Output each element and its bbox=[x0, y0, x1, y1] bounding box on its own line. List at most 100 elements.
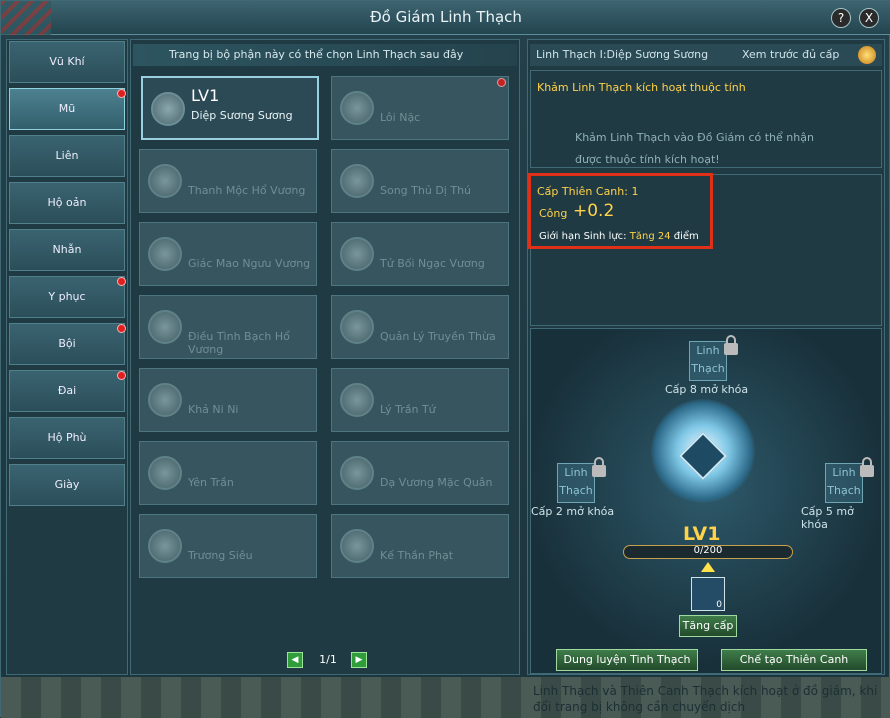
constellation-area: Linh Thạch Cấp 8 mở khóa Linh Thạch Cấp 2 … bbox=[530, 328, 882, 674]
stone-card[interactable]: Trương Siêu bbox=[139, 514, 317, 578]
stone-card[interactable]: Lý Trần Tứ bbox=[331, 368, 509, 432]
window-title: Đồ Giám Linh Thạch bbox=[370, 8, 522, 26]
stone-card[interactable]: Giác Mao Ngưu Vương bbox=[139, 222, 317, 286]
stone-portrait-icon bbox=[148, 456, 182, 490]
preview-icon[interactable] bbox=[858, 46, 876, 64]
stone-card[interactable]: Lôi Nặc bbox=[331, 76, 509, 140]
slot-label: Linh bbox=[564, 466, 588, 479]
stone-name: Điều Tình Bạch Hổ Vương bbox=[188, 330, 290, 356]
stone-card[interactable]: Tử Bối Ngạc Vương bbox=[331, 222, 509, 286]
category-label: Bội bbox=[58, 337, 76, 350]
codex-window: Đồ Giám Linh Thạch ? X Vũ Khí Mũ Liên Hộ… bbox=[0, 0, 890, 718]
category-ho-oan[interactable]: Hộ oản bbox=[9, 182, 125, 224]
arrow-up-icon bbox=[701, 562, 715, 572]
activation-desc-2: được thuộc tính kích hoạt! bbox=[575, 153, 720, 166]
title-bar: Đồ Giám Linh Thạch ? X bbox=[1, 1, 890, 35]
stone-name: Thanh Mộc Hổ Vương bbox=[188, 184, 306, 197]
stone-card[interactable]: Song Thủ Dị Thú bbox=[331, 149, 509, 213]
page-indicator: 1/1 bbox=[319, 653, 337, 666]
notification-dot bbox=[117, 324, 126, 333]
notification-dot bbox=[117, 371, 126, 380]
bottom-frame: Linh Thạch và Thiên Canh Thạch kích hoạt… bbox=[1, 677, 890, 718]
craft-stone-button[interactable]: Chế tạo Thiên Canh Thạch bbox=[721, 649, 867, 671]
category-label: Giày bbox=[54, 478, 80, 491]
category-giay[interactable]: Giày bbox=[9, 464, 125, 506]
exp-text: 0/200 bbox=[693, 545, 723, 556]
pagination: ◀ 1/1 ▶ bbox=[287, 652, 367, 670]
preview-max-link[interactable]: Xem trước đủ cấp bbox=[742, 44, 839, 66]
stone-portrait-icon bbox=[340, 91, 374, 125]
notification-dot bbox=[117, 89, 126, 98]
category-nhan[interactable]: Nhẫn bbox=[9, 229, 125, 271]
stone-portrait-icon bbox=[340, 164, 374, 198]
stone-card[interactable]: Điều Tình Bạch Hổ Vương bbox=[139, 295, 317, 359]
category-dai[interactable]: Đai bbox=[9, 370, 126, 412]
stone-card[interactable]: LV1 Diệp Sương Sương bbox=[141, 76, 319, 140]
stone-card[interactable]: Dạ Vương Mặc Quân bbox=[331, 441, 509, 505]
category-sidebar: Vũ Khí Mũ Liên Hộ oản Nhẫn Y phục Bội Đa… bbox=[6, 39, 128, 675]
stone-name: Lý Trần Tứ bbox=[380, 403, 436, 416]
stone-list-panel: Trang bị bộ phận này có thể chọn Linh Th… bbox=[130, 39, 520, 675]
stone-card[interactable]: Thanh Mộc Hổ Vương bbox=[139, 149, 317, 213]
slot-label: Linh bbox=[696, 344, 720, 357]
footer-hint: Linh Thạch và Thiên Canh Thạch kích hoạt… bbox=[533, 684, 878, 714]
stone-detail-header: Linh Thạch I:Diệp Sương Sương Xem trước … bbox=[530, 44, 882, 66]
stone-list-header: Trang bị bộ phận này có thể chọn Linh Th… bbox=[133, 44, 517, 66]
unlock-top-label: Cấp 8 mở khóa bbox=[665, 383, 749, 396]
stone-portrait-icon bbox=[151, 92, 185, 126]
refine-stone-button[interactable]: Dung luyện Tinh Thạch bbox=[556, 649, 698, 671]
category-y-phuc[interactable]: Y phục bbox=[9, 276, 126, 318]
attribute-highlight bbox=[528, 173, 713, 249]
stone-card[interactable]: Kế Thần Phạt bbox=[331, 514, 509, 578]
stone-detail-panel: Linh Thạch I:Diệp Sương Sương Xem trước … bbox=[527, 39, 885, 675]
category-label: Hộ Phù bbox=[47, 431, 87, 444]
stone-name: Diệp Sương Sương bbox=[191, 109, 293, 122]
unlock-left-label: Cấp 2 mở khóa bbox=[531, 505, 615, 518]
slot-label: Thạch bbox=[691, 362, 725, 375]
stone-card[interactable]: Khả Ni Ni bbox=[139, 368, 317, 432]
activation-desc-1: Khảm Linh Thạch vào Đồ Giám có thể nhận bbox=[575, 131, 814, 144]
category-ho-phu[interactable]: Hộ Phù bbox=[9, 417, 125, 459]
category-label: Hộ oản bbox=[47, 196, 87, 209]
stone-detail-title: Linh Thạch I:Diệp Sương Sương bbox=[536, 48, 709, 61]
stone-name: Giác Mao Ngưu Vương bbox=[188, 257, 311, 270]
category-mu[interactable]: Mũ bbox=[9, 88, 126, 130]
stone-portrait-icon bbox=[340, 237, 374, 271]
stone-slot-right[interactable]: Linh Thạch bbox=[825, 463, 863, 503]
stone-portrait-icon bbox=[340, 456, 374, 490]
stone-name: Song Thủ Dị Thú bbox=[380, 184, 472, 197]
next-page-button[interactable]: ▶ bbox=[351, 652, 367, 668]
stone-portrait-icon bbox=[340, 529, 374, 563]
stone-name: Dạ Vương Mặc Quân bbox=[380, 476, 493, 489]
stone-portrait-icon bbox=[340, 383, 374, 417]
category-vu-khi[interactable]: Vũ Khí bbox=[9, 41, 125, 83]
category-label: Liên bbox=[55, 149, 79, 162]
stone-name: Tử Bối Ngạc Vương bbox=[380, 257, 485, 270]
upgrade-button[interactable]: Tăng cấp bbox=[679, 615, 737, 637]
stone-slot-left[interactable]: Linh Thạch bbox=[557, 463, 595, 503]
prev-page-button[interactable]: ◀ bbox=[287, 652, 303, 668]
stone-name: Yên Trần bbox=[188, 476, 234, 489]
help-button[interactable]: ? bbox=[831, 8, 851, 28]
stone-name: Khả Ni Ni bbox=[188, 403, 239, 416]
notification-dot bbox=[497, 78, 506, 87]
slot-label: Thạch bbox=[827, 484, 861, 497]
stone-slot-top[interactable]: Linh Thạch bbox=[689, 341, 727, 381]
category-label: Y phục bbox=[48, 290, 86, 303]
lock-icon bbox=[860, 457, 874, 477]
material-slot[interactable]: 0 bbox=[691, 577, 725, 611]
stone-portrait-icon bbox=[148, 164, 182, 198]
close-button[interactable]: X bbox=[859, 8, 879, 28]
stone-card[interactable]: Yên Trần bbox=[139, 441, 317, 505]
category-label: Nhẫn bbox=[52, 243, 82, 256]
stone-portrait-icon bbox=[148, 237, 182, 271]
stone-name: Kế Thần Phạt bbox=[380, 549, 454, 562]
exp-bar: 0/200 bbox=[623, 545, 793, 559]
unlock-right-label: Cấp 5 mở khóa bbox=[801, 505, 854, 531]
category-label: Mũ bbox=[58, 102, 76, 115]
category-lien[interactable]: Liên bbox=[9, 135, 125, 177]
notification-dot bbox=[117, 277, 126, 286]
category-boi[interactable]: Bội bbox=[9, 323, 126, 365]
stone-portrait-icon bbox=[340, 310, 374, 344]
stone-card[interactable]: Quản Lý Truyền Thừa bbox=[331, 295, 509, 359]
